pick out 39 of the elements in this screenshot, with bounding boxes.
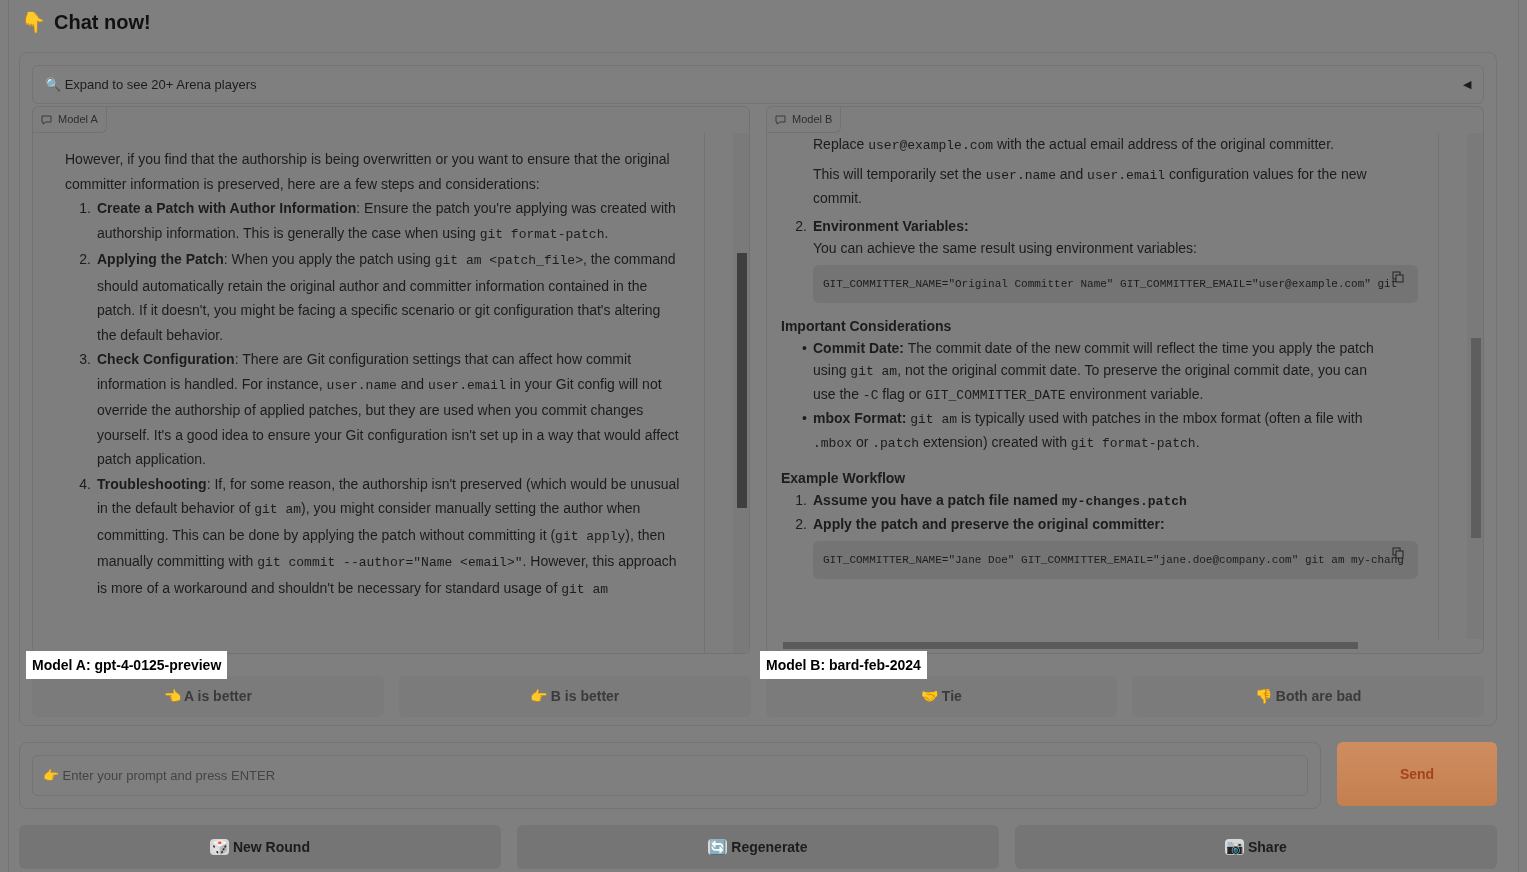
prompt-input[interactable]: 👉 Enter your prompt and press ENTER xyxy=(32,755,1308,796)
arena-accordion[interactable]: 🔍 Expand to see 20+ Arena players ◀ xyxy=(32,65,1484,104)
list-item-text: Assume you have a patch file named my-changes.patch xyxy=(813,491,1187,511)
list-marker: 1. xyxy=(78,199,92,218)
list-marker: 3. xyxy=(78,350,92,369)
list-marker: 2. xyxy=(78,250,92,269)
message-paragraph: This will temporarily set the user.name and user.email configuration values for the new commit. xyxy=(812,165,1368,208)
page-title: 👇 Chat now! xyxy=(20,10,152,35)
action-button[interactable]: 🔄 Regenerate xyxy=(517,825,999,869)
model-name-label: Model B: bard-feb-2024 xyxy=(760,651,927,679)
action-button[interactable]: 🎲 New Round xyxy=(19,825,501,869)
message-paragraph: However, if you find that the authorship is being overwritten or you want to ensure that the original committer information is preserved, here are a few steps and considerations: xyxy=(65,150,671,194)
list-item-text: Troubleshooting: If, for some reason, the authorship isn't preserved (which would be unusual in the default behavior of git am), you might consider manually setting the author when committing. This can be done by applying the patch without committing it (git apply), then manually committing with git commit --author="Name <email>". However, this approach is more of a workaround and shouldn't be necessary for standard usage of git am xyxy=(97,474,680,599)
chat-icon xyxy=(775,114,786,125)
list-item-text: Commit Date: The commit date of the new commit will reflect the time you apply the patch using git am, not the original commit date. To preserve the original commit date, you can use the -C flag or GIT_COMMITTER_DATE environment variable. xyxy=(813,339,1375,405)
code-block: GIT_COMMITTER_NAME="Original Committer Name" GIT_COMMITTER_EMAIL="user@example.com" git xyxy=(813,265,1418,303)
action-button[interactable]: 📷 Share xyxy=(1015,825,1497,869)
list-item-text: Environment Variables: xyxy=(813,217,969,236)
list-item-text: Check Configuration: There are Git configuration settings that can affect how commit information is handled. For instance, user.name and user.email in your Git config will not override the authorship of applied patches, but they are used when you commit changes yourself. It's a good idea to ensure your Git configuration isn't set up in a way that would affect patch application. xyxy=(97,350,680,469)
list-marker: • xyxy=(801,409,808,428)
section-heading: Example Workflow xyxy=(781,469,907,488)
list-marker: 2. xyxy=(794,217,808,236)
send-button[interactable]: Send xyxy=(1337,742,1497,806)
section-heading: Important Considerations xyxy=(781,317,953,336)
list-marker: 4. xyxy=(78,474,92,494)
list-item-text: Apply the patch and preserve the original committer: xyxy=(813,515,1165,534)
list-item-text: mbox Format: git am is typically used with patches in the mbox format (often a file with .mbox or .patch extension) created with git format-patch. xyxy=(813,409,1364,453)
list-marker: 2. xyxy=(794,515,808,534)
list-item-text: Create a Patch with Author Information: Ensure the patch you're applying was created with authorship information. This is generally the case when using git format-patch. xyxy=(97,199,677,244)
model-name-label: Model A: gpt-4-0125-preview xyxy=(26,651,228,679)
list-marker: • xyxy=(801,339,808,358)
vertical-scrollbar[interactable] xyxy=(733,133,749,653)
vertical-scrollbar[interactable] xyxy=(1467,133,1483,639)
chat-icon xyxy=(41,114,52,125)
message-paragraph: Replace user@example.com with the actual email address of the original committer. xyxy=(812,135,1335,155)
list-item-text: Applying the Patch: When you apply the patch using git am <patch_file>, the command should automatically retain the original author and committer information contained in the patch. If it doesn't, you might be facing a specific scenario or git configuration that's altering the default behavior. xyxy=(97,250,677,345)
list-marker: 1. xyxy=(794,491,808,510)
code-block: GIT_COMMITTER_NAME="Jane Doe" GIT_COMMITTER_EMAIL="jane.doe@company.com" git am my-chang xyxy=(813,541,1418,579)
message-paragraph: You can achieve the same result using environment variables: xyxy=(812,239,1198,258)
